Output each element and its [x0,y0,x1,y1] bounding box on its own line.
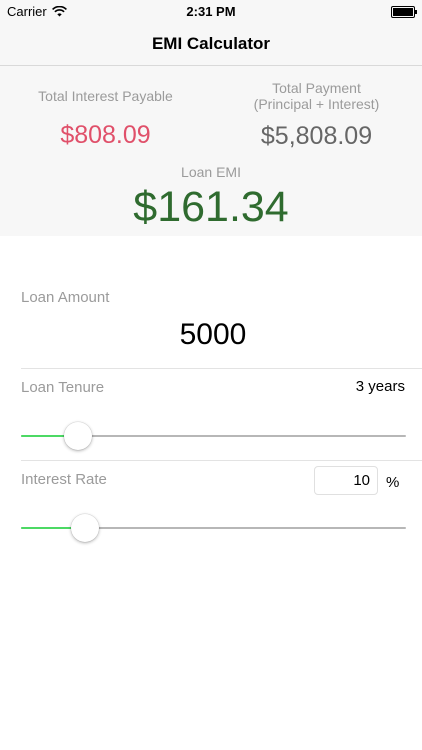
interest-rate-label: Interest Rate [21,471,107,488]
loan-amount-label: Loan Amount [21,289,110,306]
loan-emi-value: $161.34 [133,183,289,231]
battery-fill [393,8,413,16]
total-payment-label: Total Payment [272,80,361,96]
page-title: EMI Calculator [151,34,271,53]
navigation-bar: EMI Calculator [0,22,422,66]
battery-icon [391,6,417,18]
slider-thumb[interactable] [63,422,92,450]
percent-unit: % [386,474,400,491]
total-interest-label: Total Interest Payable [38,88,173,104]
total-payment-section: Total Payment (Principal + Interest) $5,… [211,80,422,151]
total-interest-section: Total Interest Payable $808.09 [0,88,211,150]
interest-rate-slider[interactable] [21,514,406,542]
status-bar: Carrier 2:31 PM [0,0,422,22]
slider-thumb[interactable] [70,514,99,542]
divider [21,460,422,461]
total-payment-sublabel: (Principal + Interest) [253,96,380,112]
loan-emi-label: Loan EMI [181,164,241,180]
results-summary: Total Interest Payable $808.09 Total Pay… [0,66,422,236]
loan-tenure-value: 3 years [355,378,405,395]
total-payment-value: $5,808.09 [260,122,373,150]
loan-amount-input[interactable] [21,314,405,356]
total-interest-value: $808.09 [60,121,151,149]
loan-tenure-slider[interactable] [21,422,406,450]
divider [21,368,422,369]
interest-rate-input[interactable] [314,466,378,495]
loan-tenure-label: Loan Tenure [21,379,105,396]
loan-emi-section: Loan EMI $161.34 [0,164,422,232]
status-time: 2:31 PM [186,4,236,19]
